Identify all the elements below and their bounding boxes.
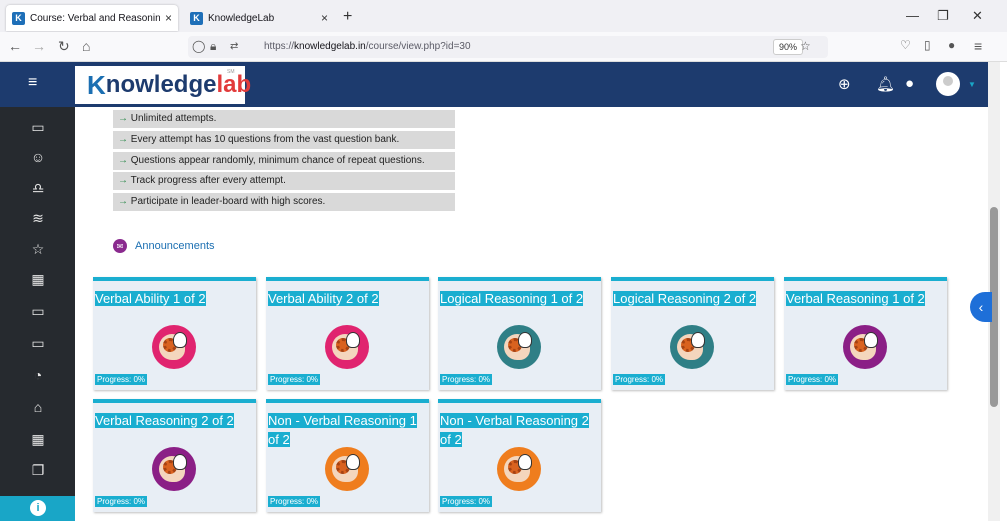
site-header: ≡ Knowledge lab SM ⊕ 🔔︎ ● ▼ [0,62,988,107]
tab-title: Course: Verbal and Reasoning P [30,12,160,24]
folder-icon[interactable]: ▭ [30,119,46,136]
brain-lightbulb-icon[interactable] [843,325,887,369]
dashboard-icon[interactable]: ◔ [30,367,46,383]
close-tab-icon[interactable]: × [165,11,172,25]
back-icon[interactable]: ← [8,38,22,54]
announcements-link[interactable]: ✉ Announcements [113,239,215,253]
feature-item: → Every attempt has 10 questions from th… [113,131,455,149]
hamburger-menu-icon[interactable]: ≡ [28,74,37,92]
menu-icon[interactable]: ≡ [974,38,982,54]
feature-item: → Questions appear randomly, minimum cha… [113,152,455,170]
feature-item: → Participate in leader-board with high … [113,193,455,211]
close-tab-icon[interactable]: × [321,11,328,25]
course-card[interactable]: Logical Reasoning 2 of 2 Progress: 0% [611,277,774,390]
brain-lightbulb-icon[interactable] [670,325,714,369]
arrow-right-icon: → [118,196,128,207]
folder-icon[interactable]: ▭ [30,335,46,352]
chevron-down-icon[interactable]: ▼ [968,80,976,89]
book-icon[interactable]: ▦ [30,271,46,288]
copy-icon[interactable]: ❐ [30,462,46,479]
calendar-icon[interactable]: ▦ [30,431,46,448]
minimize-icon[interactable]: — [906,8,919,23]
course-title[interactable]: Verbal Reasoning 1 of 2 [786,289,936,308]
course-card[interactable]: Non - Verbal Reasoning 2 of 2 Progress: 0… [438,399,601,512]
progress-label: Progress: 0% [95,374,148,385]
course-title[interactable]: Logical Reasoning 2 of 2 [613,289,763,308]
info-icon[interactable]: i [30,500,46,516]
brain-lightbulb-icon[interactable] [325,447,369,491]
course-card[interactable]: Non - Verbal Reasoning 1 of 2 Progress: 0… [266,399,429,512]
brain-lightbulb-icon[interactable] [152,447,196,491]
new-tab-icon[interactable]: + [343,8,352,26]
layers-icon[interactable]: ≋ [30,210,46,227]
course-title[interactable]: Non - Verbal Reasoning 2 of 2 [440,411,590,449]
course-card[interactable]: Verbal Ability 1 of 2 Progress: 0% [93,277,256,390]
close-window-icon[interactable]: ✕ [972,8,983,24]
feature-item: → Track progress after every attempt. [113,172,455,190]
course-title[interactable]: Verbal Ability 2 of 2 [268,289,418,308]
course-title[interactable]: Logical Reasoning 1 of 2 [440,289,590,308]
badge-icon[interactable]: ♎ [30,180,46,197]
bookmark-star-icon[interactable]: ☆ [800,39,811,53]
progress-label: Progress: 0% [786,374,839,385]
home-icon[interactable]: ⌂ [82,38,90,54]
course-card[interactable]: Verbal Reasoning 2 of 2 Progress: 0% [93,399,256,512]
browser-tab-bar: K Course: Verbal and Reasoning P × K Kno… [0,0,1007,32]
brain-lightbulb-icon[interactable] [152,325,196,369]
brain-lightbulb-icon[interactable] [497,325,541,369]
home-icon[interactable]: ⌂ [30,399,46,415]
restore-icon[interactable]: ❐ [937,8,949,24]
course-card[interactable]: Verbal Reasoning 1 of 2 Progress: 0% [784,277,947,390]
star-icon[interactable]: ☆ [30,241,46,258]
lock-icon[interactable]: 🔒︎ [210,39,216,54]
arrow-right-icon: → [118,155,128,166]
forward-icon[interactable]: → [32,38,46,54]
drawer-toggle-button[interactable]: ‹ [970,292,992,322]
folder-icon[interactable]: ▭ [30,303,46,320]
address-bar[interactable]: ◯ 🔒︎ ⇄ https://knowledgelab.in/course/vi… [188,36,828,58]
left-sidebar: ▭ ☺ ♎ ≋ ☆ ▦ ▭ ▭ ◔ ⌂ ▦ ❐ i [0,107,75,521]
knowledgelab-favicon-icon: K [190,11,203,25]
permissions-icon[interactable]: ⇄ [230,41,238,52]
main-content: → Unlimited attempts. → Every attempt ha… [75,107,988,521]
user-avatar[interactable] [936,72,960,96]
users-icon[interactable]: ☺ [30,149,46,165]
arrow-right-icon: → [118,134,128,145]
knowledgelab-favicon-icon: K [12,11,25,25]
arrow-right-icon: → [118,175,128,186]
zoom-level[interactable]: 90% [773,39,804,55]
course-title[interactable]: Verbal Ability 1 of 2 [95,289,245,308]
reader-view-icon[interactable]: ▯ [924,38,931,52]
course-card[interactable]: Verbal Ability 2 of 2 Progress: 0% [266,277,429,390]
progress-label: Progress: 0% [613,374,666,385]
progress-label: Progress: 0% [440,496,493,507]
sidebar-bottom-bar[interactable]: i [0,496,75,521]
brain-lightbulb-icon[interactable] [325,325,369,369]
pocket-icon[interactable]: ♡ [900,38,911,52]
course-title[interactable]: Non - Verbal Reasoning 1 of 2 [268,411,418,449]
tab-title: KnowledgeLab [208,12,275,24]
browser-tab-knowledgelab[interactable]: K KnowledgeLab × [184,5,334,31]
notification-bell-icon[interactable]: 🔔︎ [876,75,895,93]
arrow-right-icon: → [118,113,128,124]
announcements-icon: ✉ [113,239,127,253]
course-title[interactable]: Verbal Reasoning 2 of 2 [95,411,245,430]
knowledgelab-logo[interactable]: Knowledge lab SM [75,66,251,104]
account-icon[interactable]: ● [948,38,955,52]
brain-lightbulb-icon[interactable] [497,447,541,491]
progress-label: Progress: 0% [440,374,493,385]
progress-label: Progress: 0% [268,496,321,507]
browser-tab-course[interactable]: K Course: Verbal and Reasoning P × [6,5,178,31]
chevron-left-icon: ‹ [978,299,984,315]
progress-label: Progress: 0% [95,496,148,507]
shield-icon[interactable]: ◯ [192,39,205,53]
reload-icon[interactable]: ↻ [58,38,70,55]
messages-icon[interactable]: ● [905,75,914,92]
language-globe-icon[interactable]: ⊕ [838,75,851,93]
browser-nav-bar: ← → ↻ ⌂ ◯ 🔒︎ ⇄ https://knowledgelab.in/c… [0,32,1007,62]
feature-item: → Unlimited attempts. [113,110,455,128]
course-card[interactable]: Logical Reasoning 1 of 2 Progress: 0% [438,277,601,390]
progress-label: Progress: 0% [268,374,321,385]
url-text: https://knowledgelab.in/course/view.php?… [264,41,471,52]
